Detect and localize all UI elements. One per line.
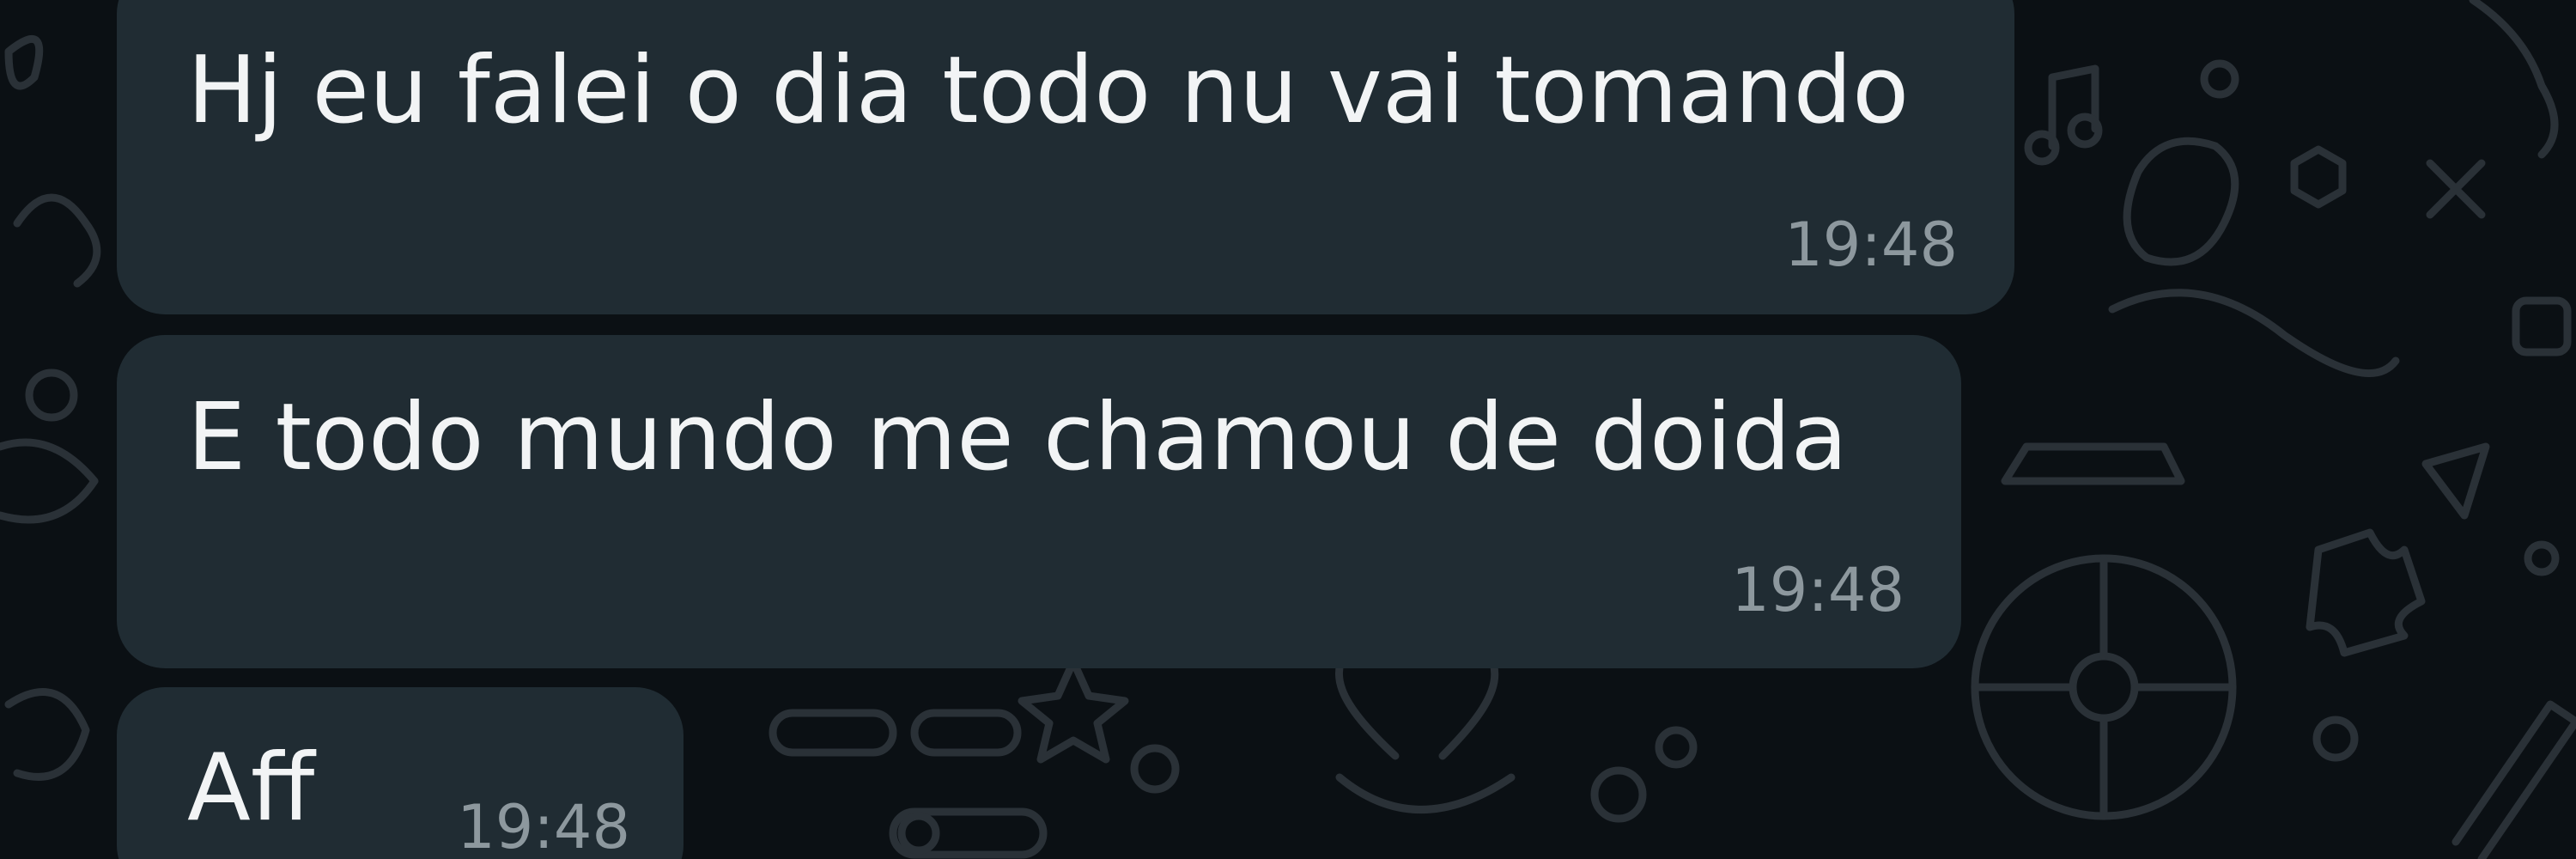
message-text: E todo mundo me chamou de doida (187, 384, 1848, 491)
circle-doodle-icon (25, 369, 78, 422)
dot-doodle-icon (1590, 766, 1647, 823)
star-icon (1018, 657, 1129, 764)
message-bubble[interactable]: Hj eu falei o dia todo nu vai tomando 19… (117, 0, 2014, 314)
plant-doodle-icon (2469, 0, 2559, 159)
dot-doodle-icon (897, 812, 940, 855)
wheel-hub-icon (2069, 652, 2139, 722)
right-doodles (1971, 0, 2576, 859)
cube-doodle-icon (2512, 296, 2572, 356)
leaf-doodle-icon (4, 35, 44, 90)
message-timestamp: 19:48 (1731, 555, 1905, 625)
message-bubble[interactable]: Aff 19:48 (117, 687, 683, 859)
heart-outline-icon (1335, 773, 1516, 813)
pill-doodle-icon (910, 709, 1022, 757)
message-text: Aff (187, 734, 315, 842)
pill-doodle-icon (769, 709, 897, 757)
hand-doodle-icon (0, 438, 99, 524)
message-timestamp: 19:48 (457, 792, 630, 859)
dot-doodle-icon (1655, 726, 1698, 769)
wave-doodle-icon (13, 193, 101, 288)
cake-icon (2001, 442, 2185, 485)
person-illustration (2123, 137, 2239, 266)
cross-icon (2426, 159, 2486, 219)
message-timestamp: 19:48 (1784, 210, 1958, 280)
chat-window: Hj eu falei o dia todo nu vai tomando 19… (0, 0, 2576, 859)
dot-doodle-icon (2200, 59, 2239, 99)
dot-doodle-icon (1130, 744, 1180, 794)
left-doodles (0, 35, 101, 781)
hexagon-icon (2290, 145, 2347, 209)
puzzle-piece-icon (2306, 528, 2426, 657)
swirl-doodle-icon (4, 688, 90, 781)
dot-doodle-icon (2524, 540, 2560, 576)
message-text: Hj eu falei o dia todo nu vai tomando (187, 37, 1910, 144)
person-body-illustration (2108, 289, 2400, 377)
triangle-doodle-icon (2421, 442, 2490, 520)
dot-doodle-icon (2312, 716, 2359, 762)
pencil-icon (2451, 700, 2576, 859)
message-bubble[interactable]: E todo mundo me chamou de doida 19:48 (117, 335, 1961, 668)
